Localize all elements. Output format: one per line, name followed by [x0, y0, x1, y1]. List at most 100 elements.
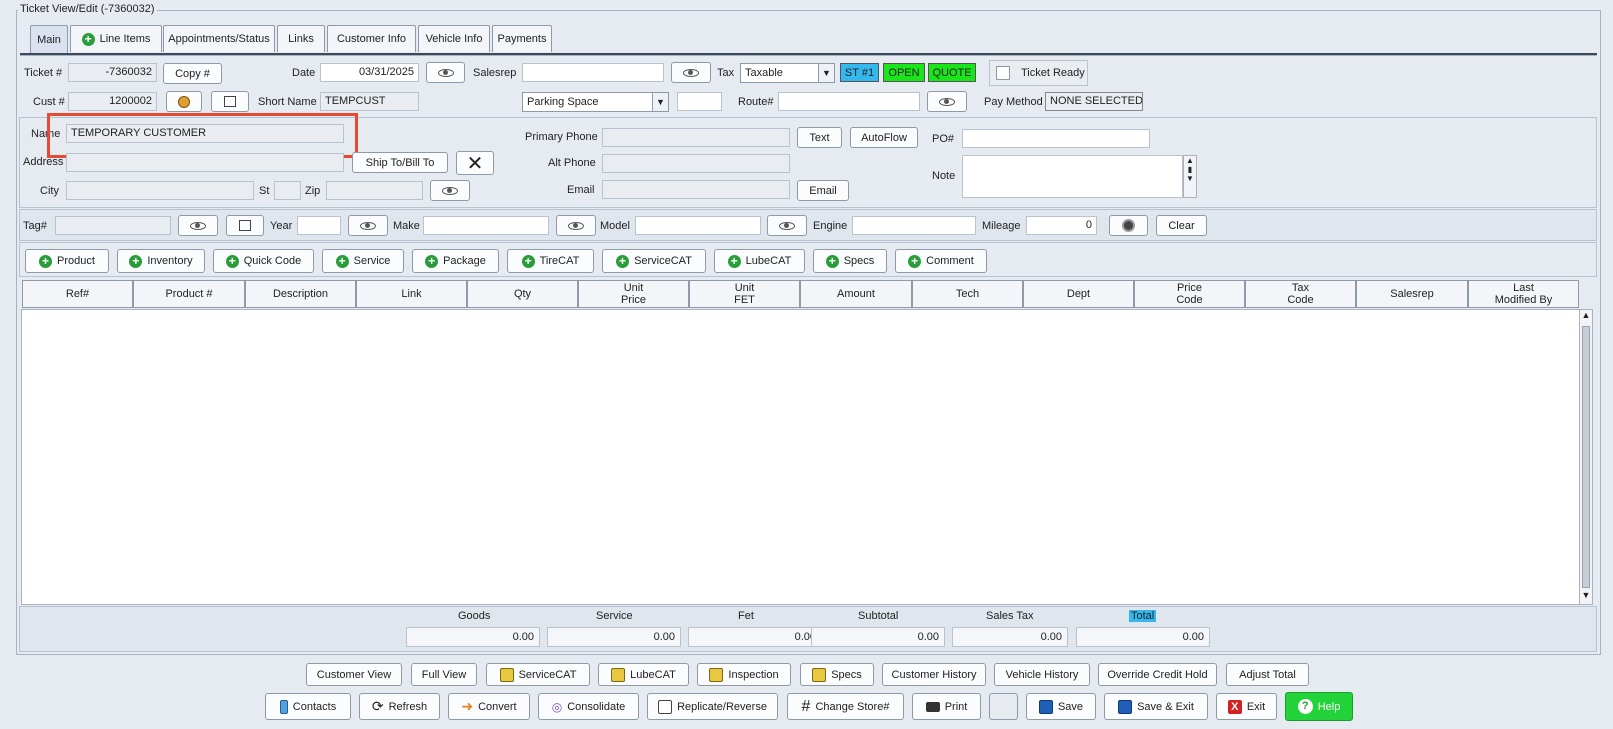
- contacts-button[interactable]: Contacts: [265, 693, 351, 720]
- zip-field[interactable]: [326, 181, 423, 200]
- po-field[interactable]: [962, 129, 1150, 148]
- specs-button[interactable]: Specs: [800, 663, 874, 686]
- grid-scrollbar[interactable]: ▲ ▼: [1579, 309, 1593, 605]
- inspection-button[interactable]: Inspection: [697, 663, 791, 686]
- make-lookup-button[interactable]: [556, 215, 596, 236]
- tab-vehicle-info[interactable]: Vehicle Info: [418, 25, 490, 52]
- salesrep-field[interactable]: [522, 63, 664, 82]
- city-field[interactable]: [66, 181, 254, 200]
- route-field[interactable]: [778, 92, 920, 111]
- servicecat-button[interactable]: ServiceCAT: [486, 663, 590, 686]
- email-field[interactable]: [602, 180, 790, 199]
- zip-lookup-button[interactable]: [430, 180, 470, 201]
- column-header-unit-fet[interactable]: Unit FET: [689, 280, 800, 308]
- note-scrollbar[interactable]: ▲ ▮ ▼: [1183, 155, 1197, 198]
- add-comment-button[interactable]: + Comment: [895, 249, 987, 273]
- add-product-button[interactable]: + Product: [25, 249, 109, 273]
- add-inventory-button[interactable]: + Inventory: [117, 249, 205, 273]
- autoflow-button[interactable]: AutoFlow: [850, 127, 918, 148]
- column-header-description[interactable]: Description: [245, 280, 356, 308]
- tab-line-items[interactable]: + Line Items: [70, 25, 162, 52]
- tab-links[interactable]: Links: [277, 25, 325, 52]
- year-lookup-button[interactable]: [348, 215, 388, 236]
- add-lubecat-button[interactable]: + LubeCAT: [714, 249, 805, 273]
- scroll-thumb[interactable]: [1582, 326, 1590, 588]
- clear-vehicle-button[interactable]: Clear: [1156, 215, 1207, 236]
- tab-payments[interactable]: Payments: [492, 25, 552, 52]
- help-button[interactable]: ? Help: [1285, 692, 1353, 721]
- pay-method-field[interactable]: NONE SELECTED: [1045, 92, 1143, 111]
- column-header-ref[interactable]: Ref#: [22, 280, 133, 308]
- blank-button[interactable]: [989, 693, 1018, 720]
- model-field[interactable]: [635, 216, 761, 235]
- column-header-dept[interactable]: Dept: [1023, 280, 1134, 308]
- save-exit-button[interactable]: Save & Exit: [1104, 693, 1208, 720]
- add-package-button[interactable]: + Package: [412, 249, 499, 273]
- tag-lookup-button[interactable]: [178, 215, 218, 236]
- route-lookup-button[interactable]: [927, 91, 967, 112]
- ticket-ready-checkbox[interactable]: [996, 66, 1010, 80]
- exit-button[interactable]: X Exit: [1216, 693, 1277, 720]
- salesrep-lookup-button[interactable]: [671, 62, 711, 83]
- print-button[interactable]: Print: [912, 693, 981, 720]
- column-header-link[interactable]: Link: [356, 280, 467, 308]
- scroll-up-icon[interactable]: ▲: [1580, 310, 1592, 324]
- column-header-amount[interactable]: Amount: [800, 280, 912, 308]
- alt-phone-field[interactable]: [602, 154, 790, 173]
- lubecat-button[interactable]: LubeCAT: [598, 663, 689, 686]
- short-name-field[interactable]: TEMPCUST: [320, 92, 419, 111]
- mileage-field[interactable]: 0: [1026, 216, 1097, 235]
- address-field[interactable]: [66, 153, 344, 172]
- engine-field[interactable]: [852, 216, 976, 235]
- note-textarea[interactable]: [962, 155, 1183, 198]
- model-lookup-button[interactable]: [767, 215, 807, 236]
- add-specs-button[interactable]: + Specs: [813, 249, 887, 273]
- cust-number-field[interactable]: 1200002: [68, 92, 157, 111]
- customer-view-button[interactable]: Customer View: [306, 663, 402, 686]
- change-store-button[interactable]: # Change Store#: [787, 693, 904, 720]
- primary-phone-field[interactable]: [602, 128, 790, 147]
- add-quick-code-button[interactable]: + Quick Code: [213, 249, 314, 273]
- mileage-gauge-button[interactable]: [1109, 215, 1148, 236]
- line-items-grid[interactable]: [21, 309, 1580, 605]
- full-view-button[interactable]: Full View: [411, 663, 477, 686]
- column-header-product[interactable]: Product #: [133, 280, 245, 308]
- copy-number-button[interactable]: Copy #: [163, 63, 222, 84]
- column-header-tech[interactable]: Tech: [912, 280, 1023, 308]
- consolidate-button[interactable]: ◎ Consolidate: [538, 693, 639, 720]
- override-credit-hold-button[interactable]: Override Credit Hold: [1098, 663, 1217, 686]
- column-header-price-code[interactable]: Price Code: [1134, 280, 1245, 308]
- year-field[interactable]: [297, 216, 341, 235]
- parking-space-select[interactable]: Parking Space ▼: [522, 92, 669, 112]
- column-header-last-modified[interactable]: Last Modified By: [1468, 280, 1579, 308]
- replicate-reverse-button[interactable]: Replicate/Reverse: [647, 693, 778, 720]
- add-servicecat-button[interactable]: + ServiceCAT: [602, 249, 706, 273]
- email-button[interactable]: Email: [797, 180, 849, 201]
- vehicle-edit-button[interactable]: [226, 215, 264, 236]
- date-lookup-button[interactable]: [426, 62, 465, 83]
- add-service-button[interactable]: + Service: [322, 249, 404, 273]
- customer-lookup-button[interactable]: [166, 91, 202, 112]
- customer-edit-button[interactable]: [211, 91, 249, 112]
- tab-appointments[interactable]: Appointments/Status: [163, 25, 275, 52]
- parking-extra-field[interactable]: [677, 92, 722, 111]
- ticket-number-field[interactable]: -7360032: [68, 63, 157, 82]
- scroll-down-icon[interactable]: ▼: [1580, 590, 1592, 604]
- column-header-qty[interactable]: Qty: [467, 280, 578, 308]
- make-field[interactable]: [423, 216, 549, 235]
- column-header-unit-price[interactable]: Unit Price: [578, 280, 689, 308]
- tag-field[interactable]: [55, 216, 171, 235]
- adjust-total-button[interactable]: Adjust Total: [1226, 663, 1309, 686]
- tab-customer-info[interactable]: Customer Info: [327, 25, 416, 52]
- tab-main[interactable]: Main: [30, 25, 68, 54]
- customer-history-button[interactable]: Customer History: [882, 663, 986, 686]
- clear-address-button[interactable]: ✕: [456, 151, 494, 175]
- convert-button[interactable]: ➜ Convert: [448, 693, 530, 720]
- date-field[interactable]: 03/31/2025: [320, 63, 419, 82]
- state-field[interactable]: [274, 181, 301, 200]
- refresh-button[interactable]: ⟳ Refresh: [359, 693, 440, 720]
- column-header-salesrep[interactable]: Salesrep: [1356, 280, 1468, 308]
- tax-select[interactable]: Taxable ▼: [740, 63, 835, 83]
- vehicle-history-button[interactable]: Vehicle History: [994, 663, 1090, 686]
- ship-to-bill-to-button[interactable]: Ship To/Bill To: [352, 152, 448, 173]
